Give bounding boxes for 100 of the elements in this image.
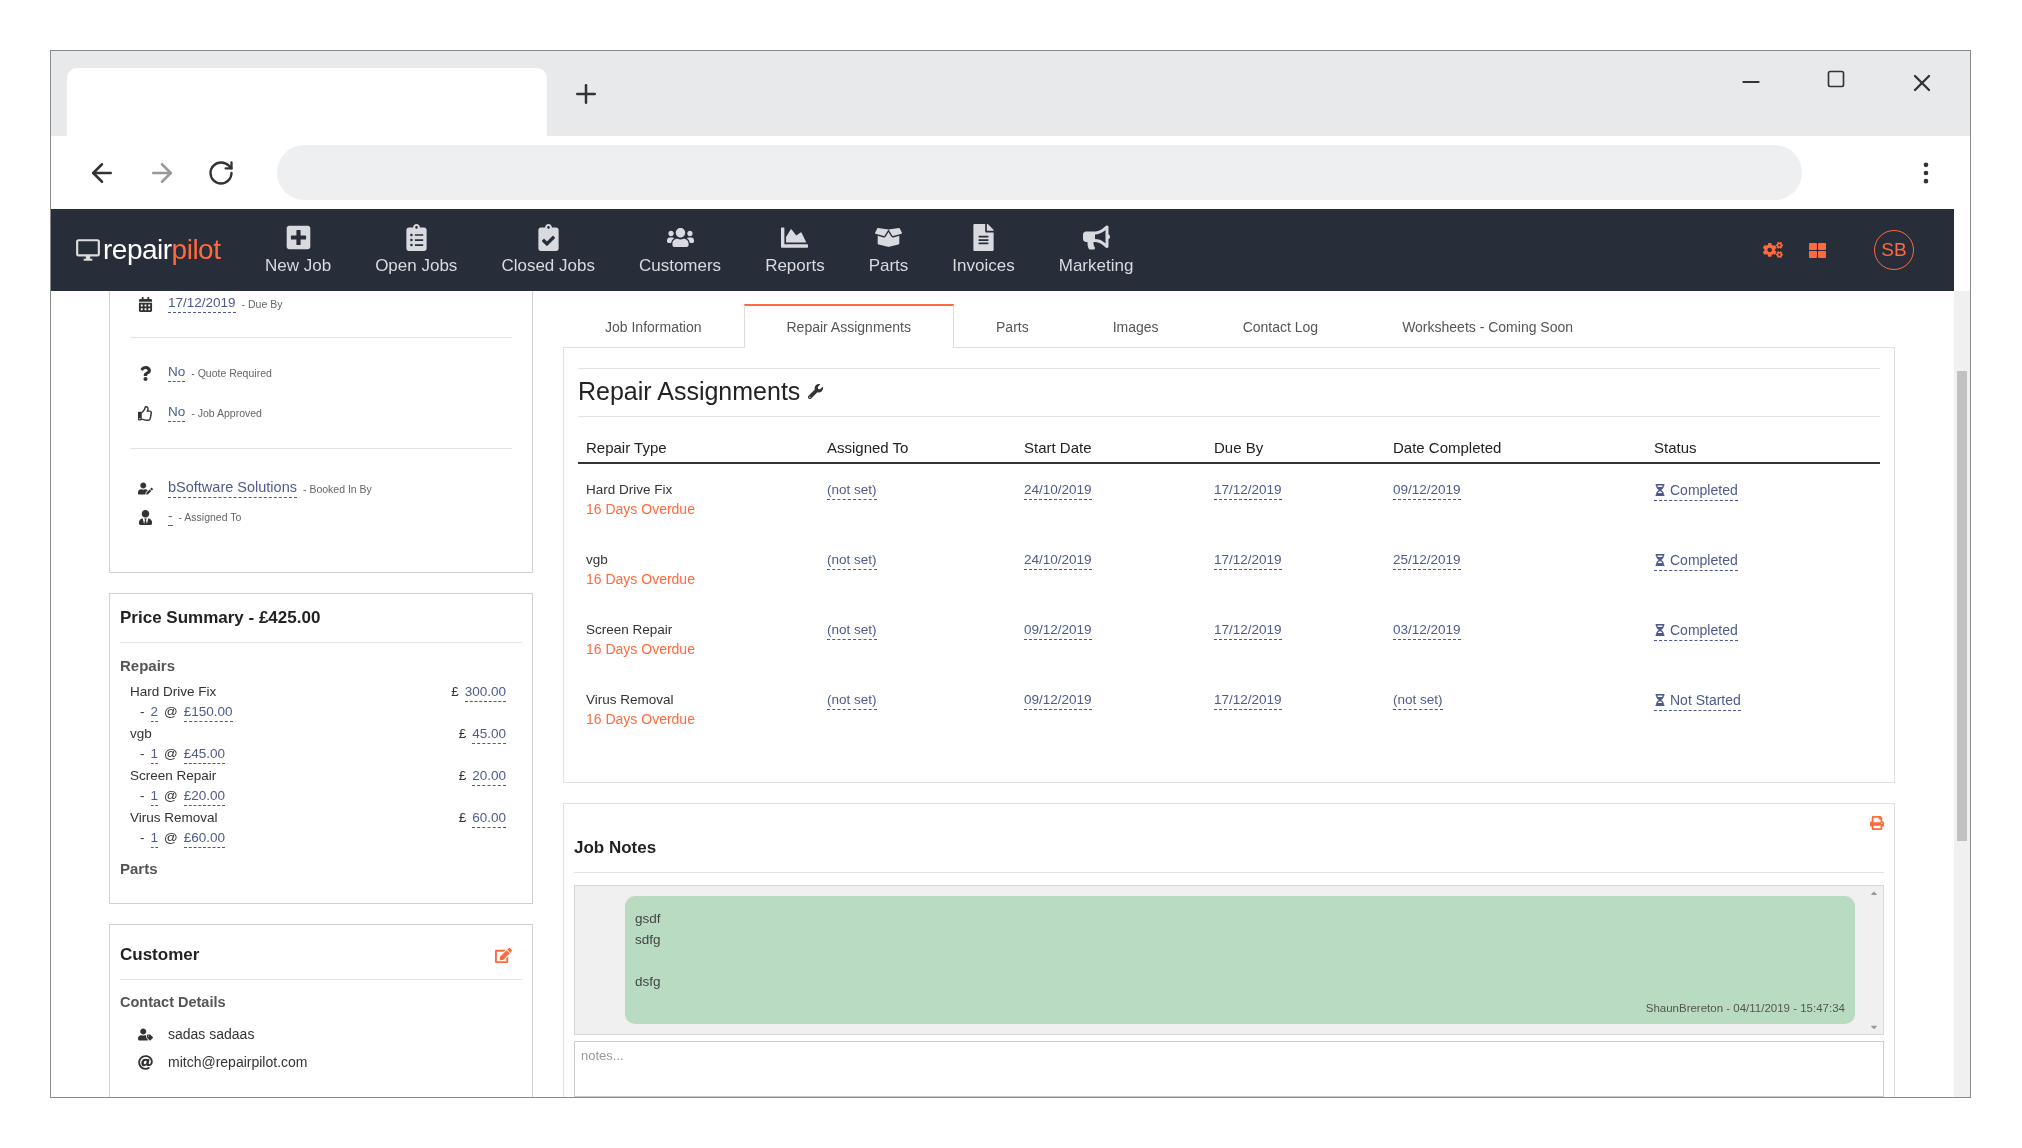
value-link[interactable]: - (168, 508, 173, 526)
repair-name: Virus Removal (130, 810, 219, 827)
date-link[interactable]: 24/10/2019 (1024, 552, 1092, 570)
repair-type: Virus Removal (586, 692, 674, 707)
at-label: @ (164, 704, 178, 719)
field-label: - Due By (241, 298, 283, 310)
note-text: gsdf sdfg dsfg (635, 910, 662, 991)
amount-link[interactable]: 45.00 (472, 726, 506, 744)
date-link[interactable]: 03/12/2019 (1393, 622, 1461, 640)
column-header: Status (1646, 417, 1880, 464)
unit-price-link[interactable]: £150.00 (183, 704, 233, 722)
column-header: Date Completed (1385, 417, 1646, 464)
repair-type: Hard Drive Fix (586, 482, 673, 497)
unit-price-link[interactable]: £60.00 (183, 830, 226, 848)
date-link[interactable]: 09/12/2019 (1024, 692, 1092, 710)
repair-name: Screen Repair (130, 768, 218, 785)
nav-item[interactable]: New Job (243, 224, 354, 276)
panel-title: Repair Assignments (578, 377, 801, 406)
value-link[interactable]: 17/12/2019 (168, 295, 236, 313)
dash-label: - (140, 830, 145, 845)
nav-item[interactable]: Marketing (1036, 224, 1156, 276)
repair-name: Hard Drive Fix (130, 684, 218, 701)
amount-link[interactable]: 20.00 (472, 768, 506, 786)
date-link[interactable]: 09/12/2019 (1393, 482, 1461, 500)
quantity-link[interactable]: 1 (150, 746, 158, 764)
quantity-link[interactable]: 2 (150, 704, 158, 722)
gears-icon[interactable] (1763, 240, 1783, 260)
currency-label: £ (458, 726, 467, 741)
contact-text: sadas sadaas (168, 1026, 255, 1042)
hourglass-icon (1654, 624, 1666, 636)
column-header: Assigned To (819, 417, 1016, 464)
panel-title: Job Notes (574, 838, 657, 858)
column-header: Start Date (1016, 417, 1206, 464)
tab[interactable]: Repair Assignments (743, 304, 954, 348)
reload-icon[interactable] (207, 158, 235, 187)
field-label: - Job Approved (191, 407, 262, 419)
hourglass-icon (1654, 484, 1666, 496)
value-link[interactable]: bSoftware Solutions (168, 479, 297, 498)
date-link[interactable]: 17/12/2019 (1214, 552, 1282, 570)
value-link[interactable]: No (168, 404, 186, 422)
quantity-link[interactable]: 1 (150, 788, 158, 806)
status-link[interactable]: Not Started (1654, 692, 1741, 711)
card-title: Customer (120, 945, 200, 965)
area-chart-icon (781, 224, 809, 251)
column-header: Due By (1206, 417, 1385, 464)
date-link[interactable]: 17/12/2019 (1214, 692, 1282, 710)
at-label: @ (164, 788, 178, 803)
quantity-link[interactable]: 1 (150, 830, 158, 848)
section-heading: Repairs (120, 657, 177, 674)
nav-item[interactable]: Closed Jobs (479, 224, 617, 276)
currency-label: £ (458, 768, 467, 783)
value-link[interactable]: No (168, 364, 186, 382)
card-title: Price Summary - £425.00 (120, 608, 321, 628)
nav-item[interactable]: Customers (616, 224, 744, 276)
assigned-link[interactable]: (not set) (827, 482, 877, 500)
status-link[interactable]: Completed (1654, 552, 1738, 571)
contact-text: mitch@repairpilot.com (168, 1054, 308, 1070)
edit-icon[interactable] (495, 946, 512, 964)
hourglass-icon (1654, 554, 1666, 566)
field-label: - Assigned To (178, 511, 242, 523)
dash-label: - (140, 746, 145, 761)
megaphone-icon (1082, 224, 1110, 251)
print-icon[interactable] (1870, 816, 1884, 830)
monitor-icon (75, 237, 101, 263)
nav-item[interactable]: Reports (743, 224, 847, 276)
column-header: Repair Type (578, 417, 819, 464)
date-link[interactable]: 09/12/2019 (1024, 622, 1092, 640)
overdue-label: 16 Days Overdue (586, 571, 695, 587)
unit-price-link[interactable]: £20.00 (183, 788, 226, 806)
section-heading: Contact Details (120, 994, 227, 1010)
date-link[interactable]: 17/12/2019 (1214, 622, 1282, 640)
date-link[interactable]: (not set) (1393, 692, 1443, 710)
status-link[interactable]: Completed (1654, 622, 1738, 641)
hourglass-icon (1654, 694, 1666, 706)
status-link[interactable]: Completed (1654, 482, 1738, 501)
date-link[interactable]: 24/10/2019 (1024, 482, 1092, 500)
repair-name: vgb (130, 726, 153, 743)
amount-link[interactable]: 300.00 (464, 684, 506, 702)
overdue-label: 16 Days Overdue (586, 501, 695, 517)
grid-icon[interactable] (1809, 241, 1826, 259)
currency-label: £ (458, 810, 467, 825)
notes-input[interactable]: notes... (574, 1041, 1884, 1097)
unit-price-link[interactable]: £45.00 (183, 746, 226, 764)
overdue-label: 16 Days Overdue (586, 641, 695, 657)
currency-label: £ (451, 684, 459, 699)
field-label: - Booked In By (302, 482, 372, 495)
logo-text: repairpilot (103, 234, 221, 266)
nav-item[interactable]: Open Jobs (353, 224, 480, 276)
nav-item[interactable]: Invoices (930, 224, 1037, 276)
date-link[interactable]: 25/12/2019 (1393, 552, 1461, 570)
amount-link[interactable]: 60.00 (472, 810, 506, 828)
dash-label: - (140, 704, 145, 719)
assigned-link[interactable]: (not set) (827, 552, 877, 570)
nav-item[interactable]: Parts (846, 224, 931, 276)
scrollbar[interactable] (1954, 291, 1970, 1097)
assigned-link[interactable]: (not set) (827, 692, 877, 710)
assigned-link[interactable]: (not set) (827, 622, 877, 640)
date-link[interactable]: 17/12/2019 (1214, 482, 1282, 500)
note-meta: ShaunBrereton - 04/11/2019 - 15:47:34 (1644, 1002, 1845, 1014)
section-heading: Parts (120, 860, 159, 877)
